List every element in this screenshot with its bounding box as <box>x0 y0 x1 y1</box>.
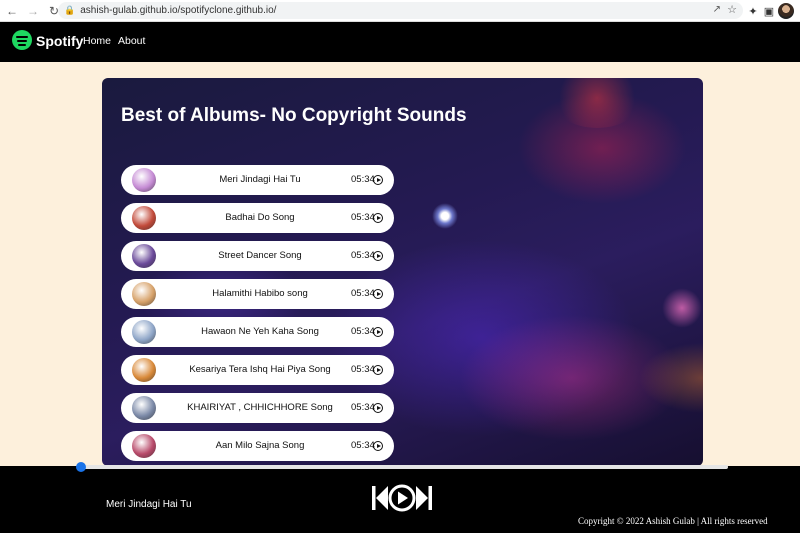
song-duration: 05:34 <box>351 288 375 299</box>
bookmark-star-icon[interactable]: ☆ <box>727 3 737 16</box>
play-circle-icon[interactable] <box>373 441 383 451</box>
sidepanel-icon[interactable]: ▣ <box>761 3 777 19</box>
stage-light <box>552 78 642 128</box>
song-name: Aan Milo Sajna Song <box>215 440 305 451</box>
song-duration: 05:34 <box>351 326 375 337</box>
play-circle-icon[interactable] <box>373 251 383 261</box>
song-cover <box>132 168 156 192</box>
play-circle-icon[interactable] <box>373 175 383 185</box>
back-icon[interactable]: ← <box>3 2 21 20</box>
song-item[interactable]: Badhai Do Song 05:34 <box>121 203 394 233</box>
now-playing-title: Meri Jindagi Hai Tu <box>106 499 192 510</box>
navbar: Spotify Home About <box>0 22 800 62</box>
player-controls <box>372 484 432 512</box>
copyright-text: Copyright © 2022 Ashish Gulab | All righ… <box>578 516 768 526</box>
song-duration: 05:34 <box>351 364 375 375</box>
player-bar: Meri Jindagi Hai Tu Copyright © 2022 Ash… <box>0 462 800 533</box>
nav-home[interactable]: Home <box>83 35 111 47</box>
url-text: ashish-gulab.github.io/spotifyclone.gith… <box>80 5 277 16</box>
song-name: Badhai Do Song <box>225 212 295 223</box>
song-item[interactable]: Street Dancer Song 05:34 <box>121 241 394 271</box>
stage-light <box>662 288 702 328</box>
nav-about[interactable]: About <box>118 35 145 47</box>
song-duration: 05:34 <box>351 402 375 413</box>
play-icon[interactable] <box>388 484 416 512</box>
progress-slider[interactable] <box>76 462 728 472</box>
play-circle-icon[interactable] <box>373 403 383 413</box>
brand-name[interactable]: Spotify <box>36 33 83 49</box>
song-item[interactable]: Hawaon Ne Yeh Kaha Song 05:34 <box>121 317 394 347</box>
song-cover <box>132 282 156 306</box>
song-duration: 05:34 <box>351 250 375 261</box>
profile-avatar[interactable] <box>778 3 794 19</box>
extensions-icon[interactable]: ✦ <box>745 3 761 19</box>
song-duration: 05:34 <box>351 212 375 223</box>
play-circle-icon[interactable] <box>373 365 383 375</box>
song-duration: 05:34 <box>351 174 375 185</box>
forward-icon[interactable]: → <box>24 2 42 20</box>
browser-toolbar: ← → ↻ 🔒 ashish-gulab.github.io/spotifycl… <box>0 0 800 22</box>
song-name: Kesariya Tera Ishq Hai Piya Song <box>189 364 331 375</box>
song-duration: 05:34 <box>351 440 375 451</box>
song-item[interactable]: Meri Jindagi Hai Tu 05:34 <box>121 165 394 195</box>
song-list: Meri Jindagi Hai Tu 05:34 Badhai Do Song… <box>121 165 394 466</box>
play-circle-icon[interactable] <box>373 213 383 223</box>
song-cover <box>132 396 156 420</box>
song-item[interactable]: Kesariya Tera Ishq Hai Piya Song 05:34 <box>121 355 394 385</box>
song-name: Halamithi Habibo song <box>212 288 308 299</box>
progress-thumb[interactable] <box>76 462 86 472</box>
song-name: KHAIRIYAT , CHHICHHORE Song <box>187 402 333 413</box>
stage-light <box>432 203 458 229</box>
song-name: Meri Jindagi Hai Tu <box>219 174 301 185</box>
song-cover <box>132 434 156 458</box>
play-circle-icon[interactable] <box>373 327 383 337</box>
lock-icon: 🔒 <box>64 5 76 15</box>
song-name: Hawaon Ne Yeh Kaha Song <box>201 326 319 337</box>
share-icon[interactable]: ↗ <box>713 4 721 15</box>
song-cover <box>132 244 156 268</box>
song-item[interactable]: KHAIRIYAT , CHHICHHORE Song 05:34 <box>121 393 394 423</box>
previous-icon[interactable] <box>372 486 388 510</box>
play-circle-icon[interactable] <box>373 289 383 299</box>
spotify-logo-icon[interactable] <box>12 30 32 50</box>
song-item[interactable]: Halamithi Habibo song 05:34 <box>121 279 394 309</box>
song-item[interactable]: Aan Milo Sajna Song 05:34 <box>121 431 394 461</box>
song-name: Street Dancer Song <box>218 250 302 261</box>
song-cover <box>132 206 156 230</box>
song-cover <box>132 358 156 382</box>
album-card: Best of Albums- No Copyright Sounds Meri… <box>102 78 703 466</box>
next-icon[interactable] <box>416 486 432 510</box>
song-cover <box>132 320 156 344</box>
address-bar[interactable]: 🔒 ashish-gulab.github.io/spotifyclone.gi… <box>58 2 743 19</box>
card-title: Best of Albums- No Copyright Sounds <box>121 105 467 126</box>
